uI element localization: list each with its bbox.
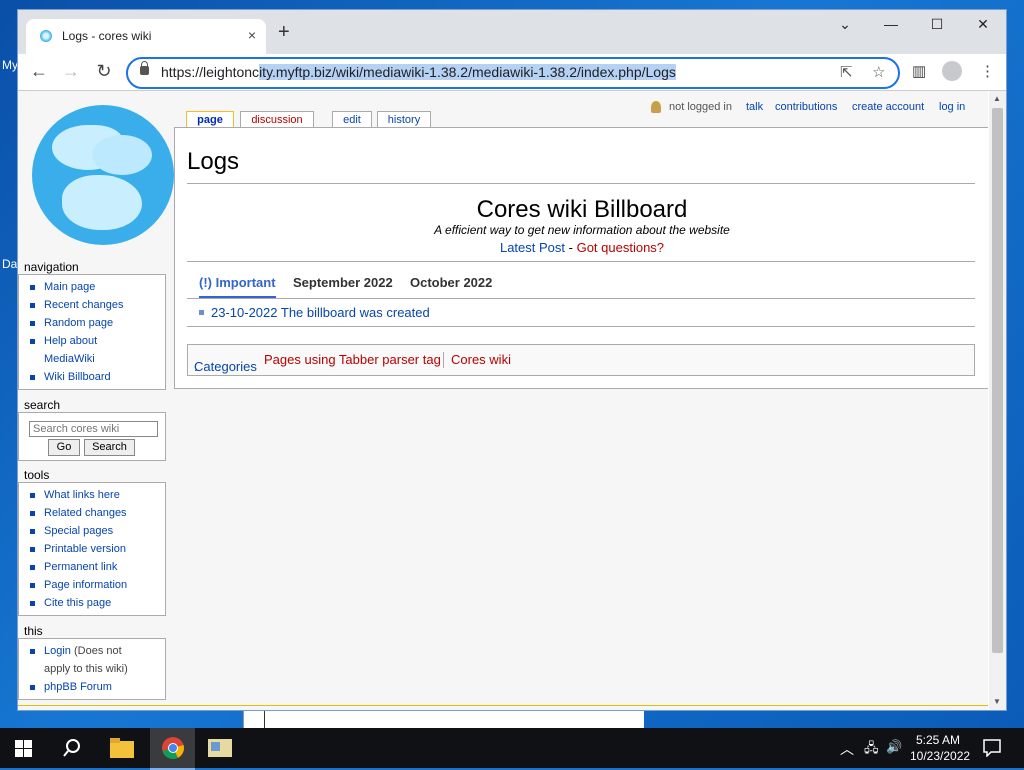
tab-history[interactable]: history: [377, 111, 431, 128]
content-area: Logs Cores wiki Billboard A efficient wa…: [174, 127, 988, 389]
chrome-taskbar-button[interactable]: [150, 728, 195, 770]
got-questions-link[interactable]: Got questions?: [577, 240, 664, 255]
navigation-heading: navigation: [24, 260, 79, 274]
go-button[interactable]: Go: [48, 439, 80, 456]
clock-time[interactable]: 5:25 AM: [916, 733, 960, 747]
reload-button[interactable]: ↻: [93, 61, 115, 81]
new-tab-button[interactable]: +: [278, 22, 290, 42]
sidebar-item-wiki-billboard[interactable]: Wiki Billboard: [27, 368, 161, 386]
create-account-link[interactable]: create account: [852, 101, 924, 113]
categories-box: Categories: Pages using Tabber parser ta…: [187, 344, 975, 376]
bookmark-star-icon[interactable]: ☆: [872, 63, 885, 81]
billboard-subtitle: A efficient way to get new information a…: [434, 223, 730, 237]
tools-heading: tools: [24, 468, 50, 482]
desktop-label[interactable]: Da: [2, 257, 17, 271]
tabber-tab-october[interactable]: October 2022: [410, 275, 492, 290]
category-cores-wiki[interactable]: Cores wiki: [451, 352, 511, 367]
tab-discussion[interactable]: discussion: [240, 111, 314, 128]
search-heading: search: [24, 398, 61, 412]
sidebar-item-page-information[interactable]: Page information: [27, 576, 161, 594]
start-button[interactable]: [15, 740, 32, 757]
category-tabber[interactable]: Pages using Tabber parser tag: [264, 352, 441, 367]
billboard-links: Latest Post - Got questions?: [499, 240, 665, 255]
contributions-link[interactable]: contributions: [775, 101, 837, 113]
clock-date[interactable]: 10/23/2022: [910, 749, 970, 763]
tab-title: Logs - cores wiki: [62, 29, 152, 43]
search-button[interactable]: Search: [84, 439, 135, 456]
search-input[interactable]: [29, 421, 158, 437]
chevron-up-icon[interactable]: ︿: [840, 739, 854, 759]
minimize-button[interactable]: —: [879, 16, 903, 32]
wiki-page: not logged in talk contributions create …: [18, 91, 988, 710]
browser-toolbar: ← → ↻ https://leightoncity.myftp.biz/wik…: [18, 54, 1006, 91]
favicon-icon: [40, 30, 52, 42]
sidebar-item-recent-changes[interactable]: Recent changes: [27, 296, 161, 314]
background-window[interactable]: [243, 708, 644, 728]
sidebar-item-cite-this-page[interactable]: Cite this page: [27, 594, 161, 612]
address-bar[interactable]: https://leightoncity.myftp.biz/wiki/medi…: [126, 57, 900, 89]
sidebar-item-permanent-link[interactable]: Permanent link: [27, 558, 161, 576]
browser-window: Logs - cores wiki × + ⌄ — ☐ ✕ ← → ↻ http…: [18, 10, 1006, 710]
notification-icon[interactable]: [983, 739, 1001, 757]
search-icon[interactable]: [63, 739, 81, 757]
page-scrollbar[interactable]: ▲ ▼: [989, 91, 1006, 710]
volume-icon[interactable]: 🔊: [886, 739, 902, 755]
latest-post-link[interactable]: Latest Post: [500, 240, 565, 255]
wiki-logo[interactable]: [32, 105, 174, 245]
sidebar-item-related-changes[interactable]: Related changes: [27, 504, 161, 522]
sidebar-item-phpbb-forum[interactable]: phpBB Forum: [27, 678, 161, 696]
maximize-button[interactable]: ☐: [925, 16, 949, 33]
desktop-label[interactable]: My: [2, 58, 18, 72]
billboard-title: Cores wiki Billboard: [476, 196, 688, 223]
tabber-tab-important[interactable]: (!) Important: [199, 275, 276, 298]
page-title: Logs: [187, 148, 240, 175]
lock-icon[interactable]: [140, 61, 149, 75]
log-entry[interactable]: 23-10-2022 The billboard was created: [199, 305, 430, 320]
side-panel-icon[interactable]: ▥: [912, 62, 926, 80]
chrome-icon: [162, 737, 184, 759]
sidebar-item-help[interactable]: Help about MediaWiki: [27, 332, 161, 368]
close-window-button[interactable]: ✕: [971, 16, 995, 33]
taskbar: ︿ 🖧 🔊 5:25 AM 10/23/2022: [0, 728, 1024, 770]
file-explorer-icon[interactable]: [110, 738, 134, 758]
sidebar-item-what-links-here[interactable]: What links here: [27, 486, 161, 504]
sidebar-item-login[interactable]: Login (Does not apply to this wiki): [27, 642, 161, 678]
share-icon[interactable]: ⇱: [840, 63, 853, 81]
sidebar-item-main-page[interactable]: Main page: [27, 278, 161, 296]
control-panel-icon[interactable]: [208, 739, 232, 757]
menu-kebab-icon[interactable]: ⋮: [980, 62, 995, 80]
profile-avatar[interactable]: [942, 61, 962, 81]
tab-close-icon[interactable]: ×: [248, 27, 256, 43]
not-logged-in-text: not logged in: [669, 101, 732, 113]
log-in-link[interactable]: log in: [939, 101, 965, 113]
sidebar-item-printable-version[interactable]: Printable version: [27, 540, 161, 558]
tab-edit[interactable]: edit: [332, 111, 372, 128]
back-button[interactable]: ←: [28, 61, 50, 81]
forward-button[interactable]: →: [60, 61, 82, 81]
tab-strip: Logs - cores wiki × + ⌄ — ☐ ✕: [18, 10, 1006, 54]
tab-page[interactable]: page: [186, 111, 234, 128]
sidebar-item-special-pages[interactable]: Special pages: [27, 522, 161, 540]
user-icon: [651, 101, 661, 113]
tabber-tab-september[interactable]: September 2022: [293, 275, 393, 290]
url-text[interactable]: https://leightoncity.myftp.biz/wiki/medi…: [161, 64, 676, 80]
tab-search-icon[interactable]: ⌄: [833, 16, 857, 33]
sidebar-item-random-page[interactable]: Random page: [27, 314, 161, 332]
browser-tab[interactable]: Logs - cores wiki ×: [26, 19, 266, 54]
network-icon[interactable]: 🖧: [864, 739, 879, 761]
talk-link[interactable]: talk: [746, 101, 763, 113]
